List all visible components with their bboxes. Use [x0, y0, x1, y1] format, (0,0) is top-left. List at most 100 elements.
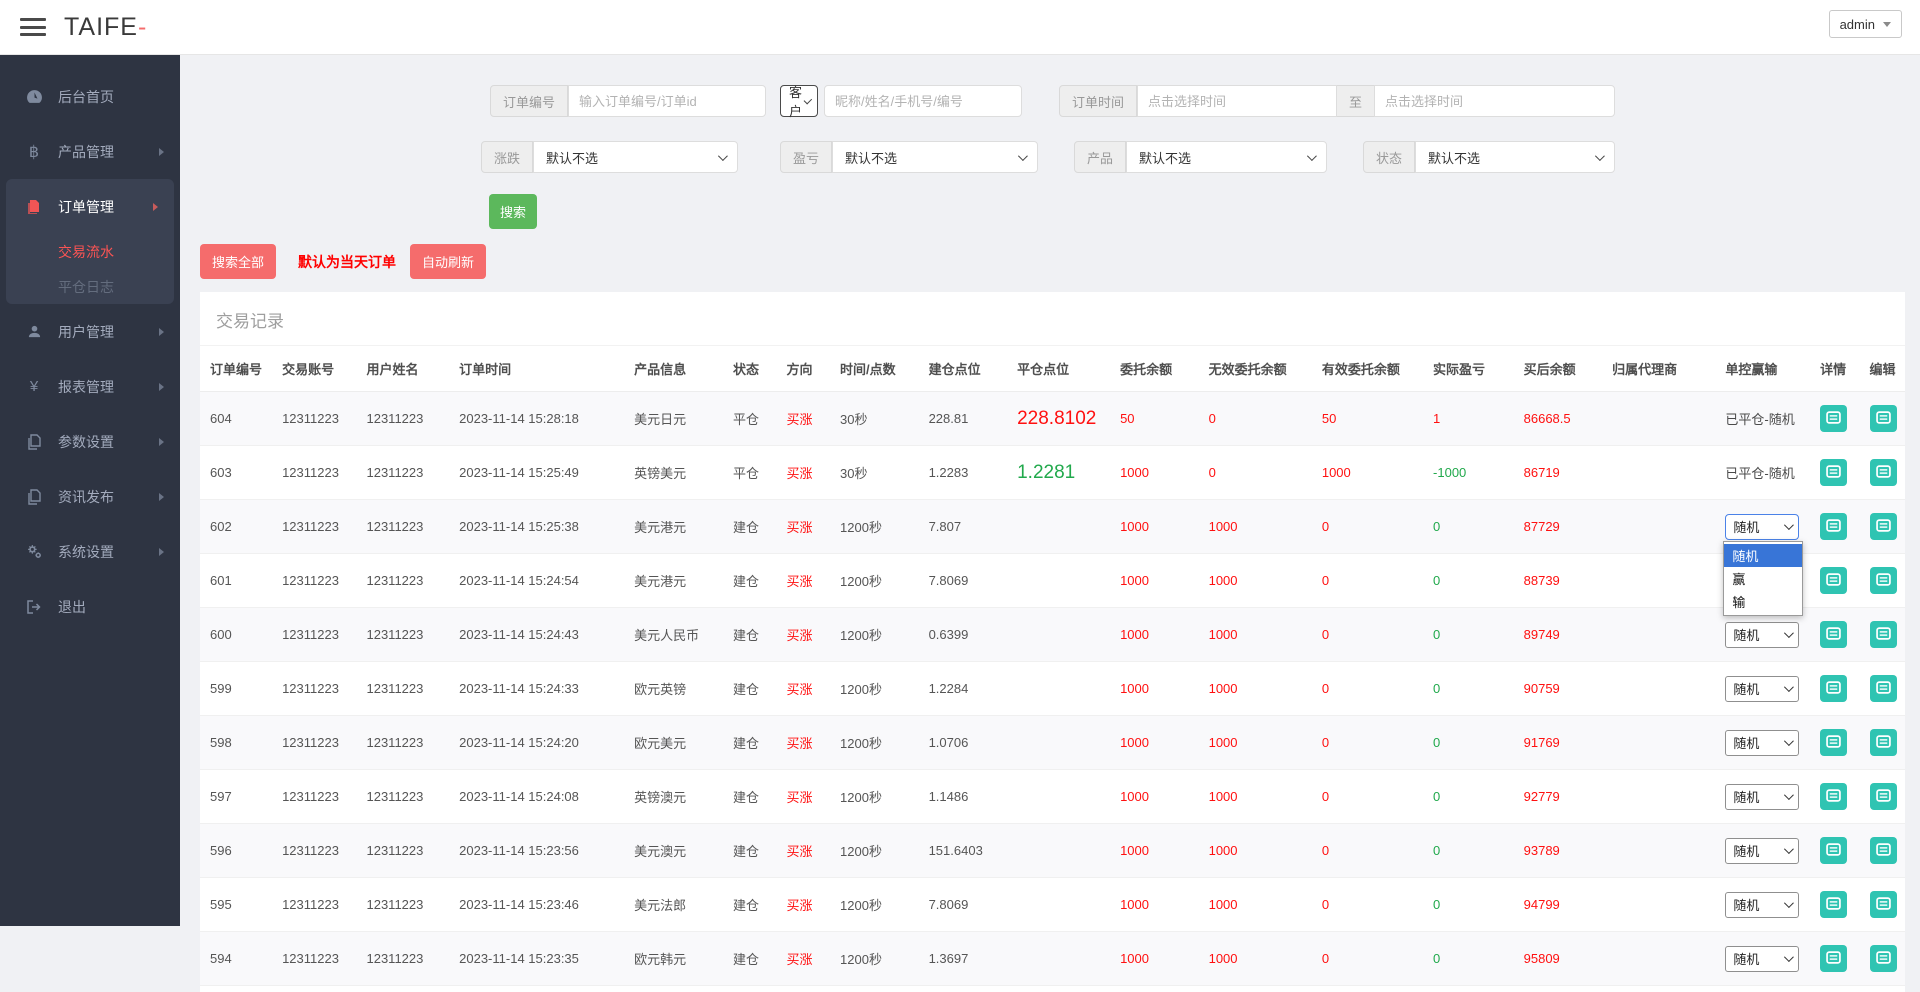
- cell-account: 12311223: [272, 932, 356, 986]
- sidebar-item-dashboard[interactable]: 后台首页: [0, 69, 180, 124]
- sidebar-item-news[interactable]: 资讯发布: [0, 469, 180, 524]
- edit-button[interactable]: [1870, 405, 1897, 432]
- list-icon: [1826, 788, 1841, 806]
- cell-duration: 30秒: [830, 392, 919, 446]
- hamburger-menu-icon[interactable]: [20, 18, 46, 36]
- detail-button[interactable]: [1820, 783, 1847, 810]
- chevron-down-icon: [1784, 736, 1794, 746]
- time-from-input[interactable]: [1137, 85, 1337, 117]
- chevron-down-icon: [1018, 151, 1028, 161]
- yingkui-group: 盈亏 默认不选: [780, 141, 1038, 173]
- search-all-button[interactable]: 搜索全部: [200, 244, 276, 279]
- search-button[interactable]: 搜索: [489, 194, 537, 229]
- sidebar-group-orders: 订单管理 交易流水 平仓日志: [6, 179, 174, 304]
- win-lose-select[interactable]: 随机: [1725, 838, 1799, 864]
- cell-agent: [1602, 932, 1715, 986]
- sidebar-item-reports[interactable]: ¥ 报表管理: [0, 359, 180, 414]
- product-select[interactable]: 默认不选: [1126, 141, 1327, 173]
- detail-button[interactable]: [1820, 945, 1847, 972]
- product-value: 默认不选: [1139, 148, 1191, 167]
- cell-after-balance: 90759: [1514, 662, 1603, 716]
- edit-button[interactable]: [1870, 729, 1897, 756]
- win-lose-select[interactable]: 随机: [1725, 784, 1799, 810]
- option-random[interactable]: 随机: [1724, 544, 1802, 567]
- cell-control: 随机: [1715, 608, 1810, 662]
- cell-status: 建仓: [723, 554, 777, 608]
- cell-status: 建仓: [723, 500, 777, 554]
- detail-button[interactable]: [1820, 459, 1847, 486]
- list-icon: [1826, 464, 1841, 482]
- cell-order-time: 2023-11-14 15:24:33: [449, 662, 624, 716]
- cell-order-id: 594: [200, 932, 272, 986]
- time-to-input[interactable]: [1374, 85, 1615, 117]
- win-lose-select[interactable]: 随机: [1725, 622, 1799, 648]
- product-label: 产品: [1074, 141, 1126, 173]
- cell-status: 建仓: [723, 662, 777, 716]
- top-header: TAIFE- admin: [0, 0, 1920, 55]
- detail-button[interactable]: [1820, 675, 1847, 702]
- option-win[interactable]: 赢: [1724, 567, 1802, 590]
- cell-duration: 1200秒: [830, 932, 919, 986]
- cell-product: 欧元韩元: [624, 932, 723, 986]
- option-lose[interactable]: 输: [1724, 590, 1802, 613]
- cell-user-name: 12311223: [356, 392, 449, 446]
- cell-status: 建仓: [723, 878, 777, 932]
- column-header: 实际盈亏: [1423, 346, 1514, 392]
- customer-input[interactable]: [824, 85, 1022, 117]
- status-select[interactable]: 默认不选: [1415, 141, 1615, 173]
- chevron-right-icon: [159, 383, 164, 391]
- column-header: 产品信息: [624, 346, 723, 392]
- sidebar-item-params[interactable]: 参数设置: [0, 414, 180, 469]
- detail-button[interactable]: [1820, 891, 1847, 918]
- sidebar-item-products[interactable]: ฿ 产品管理: [0, 124, 180, 179]
- customer-type-select[interactable]: 客户: [780, 85, 818, 117]
- edit-button[interactable]: [1870, 891, 1897, 918]
- detail-button[interactable]: [1820, 729, 1847, 756]
- edit-button[interactable]: [1870, 783, 1897, 810]
- cell-detail: [1810, 392, 1859, 446]
- user-menu-button[interactable]: admin: [1829, 10, 1902, 38]
- win-lose-select[interactable]: 随机: [1725, 946, 1799, 972]
- chevron-down-icon: [1784, 790, 1794, 800]
- win-lose-select[interactable]: 随机: [1725, 514, 1799, 540]
- win-lose-select[interactable]: 随机: [1725, 676, 1799, 702]
- detail-button[interactable]: [1820, 513, 1847, 540]
- trade-records-panel: 交易记录 订单编号交易账号用户姓名订单时间产品信息状态方向时间/点数建仓点位平仓…: [200, 292, 1905, 992]
- list-icon: [1876, 626, 1891, 644]
- chevron-right-icon: [159, 548, 164, 556]
- edit-button[interactable]: [1870, 567, 1897, 594]
- edit-button[interactable]: [1870, 837, 1897, 864]
- cell-after-balance: 92779: [1514, 770, 1603, 824]
- win-lose-select[interactable]: 随机: [1725, 892, 1799, 918]
- edit-button[interactable]: [1870, 513, 1897, 540]
- sidebar-item-system[interactable]: 系统设置: [0, 524, 180, 579]
- edit-button[interactable]: [1870, 621, 1897, 648]
- control-status-text: 已平仓-随机: [1725, 412, 1794, 427]
- order-no-input[interactable]: [568, 85, 766, 117]
- detail-button[interactable]: [1820, 621, 1847, 648]
- cell-close-point: [1007, 662, 1110, 716]
- yingkui-select[interactable]: 默认不选: [832, 141, 1038, 173]
- list-icon: [1876, 518, 1891, 536]
- chevron-down-icon: [1784, 952, 1794, 962]
- zhangdie-select[interactable]: 默认不选: [533, 141, 738, 173]
- win-lose-select[interactable]: 随机: [1725, 730, 1799, 756]
- sidebar-subitem-trade-flow[interactable]: 交易流水: [6, 234, 174, 269]
- edit-button[interactable]: [1870, 945, 1897, 972]
- edit-button[interactable]: [1870, 459, 1897, 486]
- sidebar-subitem-close-log[interactable]: 平仓日志: [6, 269, 174, 304]
- detail-button[interactable]: [1820, 567, 1847, 594]
- sidebar-item-orders[interactable]: 订单管理: [6, 179, 174, 234]
- cell-product: 美元人民币: [624, 608, 723, 662]
- cell-edit: [1860, 932, 1905, 986]
- zhangdie-label: 涨跌: [481, 141, 533, 173]
- edit-button[interactable]: [1870, 675, 1897, 702]
- detail-button[interactable]: [1820, 837, 1847, 864]
- cell-invalid-entrust: 1000: [1199, 500, 1312, 554]
- sidebar-item-users[interactable]: 用户管理: [0, 304, 180, 359]
- cell-detail: [1810, 446, 1859, 500]
- cell-order-id: 603: [200, 446, 272, 500]
- auto-refresh-button[interactable]: 自动刷新: [410, 244, 486, 279]
- detail-button[interactable]: [1820, 405, 1847, 432]
- sidebar-item-logout[interactable]: 退出: [0, 579, 180, 634]
